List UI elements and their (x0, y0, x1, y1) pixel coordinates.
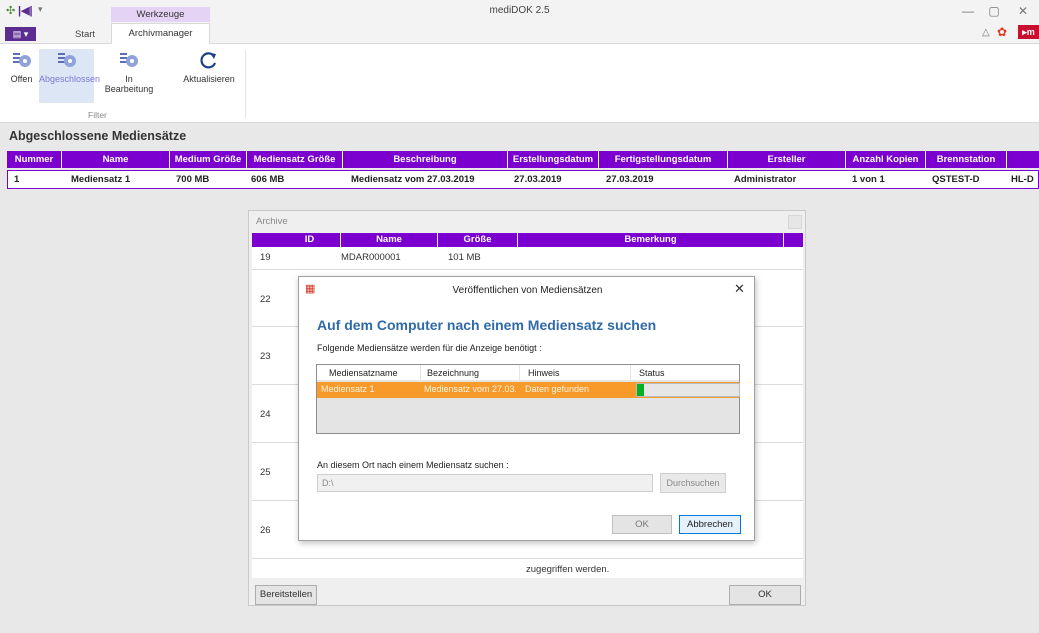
cell-name: Mediensatz 1 (71, 174, 131, 185)
location-input[interactable] (317, 474, 653, 492)
column-header[interactable]: Beschreibung (343, 151, 508, 168)
column-header[interactable]: Brennstation (926, 151, 1007, 168)
column-header[interactable]: Name (62, 151, 170, 168)
column-header[interactable]: Größe (438, 233, 518, 247)
cell-fertigstellungsdatum: 27.03.2019 (606, 174, 654, 185)
app-window: ✣ |◀| ▾ mediDOK 2.5 — ▢ ✕ △ ✿ ▸m Werkzeu… (0, 0, 1039, 633)
list-header: Mediensatzname Bezeichnung Hinweis Statu… (317, 365, 739, 381)
column-header[interactable]: ID (279, 233, 341, 247)
ribbon: Offen Abgeschlossen In Bearbeitung Aktua… (0, 44, 1039, 123)
column-header[interactable]: Mediensatzname (329, 368, 398, 378)
table-row[interactable]: 1 Mediensatz 1 700 MB 606 MB Mediensatz … (7, 170, 1039, 189)
cell-id: 23 (260, 351, 271, 362)
close-window-button[interactable]: ✕ (1011, 2, 1035, 20)
minimize-button[interactable]: — (956, 2, 980, 20)
filter-offen-button[interactable]: Offen (5, 51, 38, 99)
filter-offen-label: Offen (10, 74, 33, 84)
cell-mediensatzname: Mediensatz 1 (321, 384, 375, 394)
cell-id: 24 (260, 409, 271, 420)
dialog-ok-button[interactable]: OK (612, 515, 672, 534)
file-menu-button[interactable]: ▤ ▾ (5, 27, 36, 41)
settings-gear-icon[interactable]: ✿ (997, 25, 1007, 39)
ribbon-group-separator (245, 50, 246, 118)
table-row[interactable]: 19 MDAR000001 101 MB (252, 247, 803, 270)
browse-button[interactable]: Durchsuchen (660, 473, 726, 493)
context-tab-group-label: Werkzeuge (111, 7, 210, 22)
filter-in-bearbeitung-button[interactable]: In Bearbeitung (100, 51, 158, 111)
column-divider (630, 365, 631, 381)
ribbon-group-label: Filter (88, 110, 107, 120)
row-remark: zugegriffen werden. (526, 564, 610, 575)
aktualisieren-button[interactable]: Aktualisieren (178, 51, 240, 99)
cell-size: 101 MB (448, 252, 481, 263)
cell-ersteller: Administrator (734, 174, 797, 185)
location-label: An diesem Ort nach einem Mediensatz such… (317, 460, 509, 470)
status-progress-bar (636, 383, 740, 397)
column-divider (420, 365, 421, 381)
dialog-subtitle: Folgende Mediensätze werden für die Anze… (317, 343, 542, 353)
cell-mediensatz-groesse: 606 MB (251, 174, 285, 185)
dialog-close-icon[interactable]: ✕ (734, 281, 745, 297)
column-header[interactable]: Medium Größe (170, 151, 247, 168)
filter-in-bearbeitung-label-2: Bearbeitung (104, 84, 154, 94)
column-header[interactable]: Status (639, 368, 665, 378)
column-header[interactable]: Hinweis (528, 368, 560, 378)
filter-abgeschlossen-label: Abgeschlossen (39, 74, 101, 84)
help-icon[interactable]: △ (982, 27, 990, 38)
dialog-title: Veröffentlichen von Mediensätzen (452, 285, 603, 296)
media-set-icon (12, 53, 31, 67)
cell-medium-groesse: 700 MB (176, 174, 210, 185)
cell-brennstation: QSTEST-D (932, 174, 980, 185)
archive-ok-button[interactable]: OK (729, 585, 801, 605)
cell-id: 22 (260, 294, 271, 305)
cell-extra: HL-D (1011, 174, 1034, 185)
bereitstellen-button[interactable]: Bereitstellen (255, 585, 317, 605)
column-header[interactable]: Bezeichnung (427, 368, 479, 378)
media-set-icon (120, 53, 138, 67)
dialog-heading: Auf dem Computer nach einem Mediensatz s… (317, 317, 657, 333)
publish-dialog: ▦ Veröffentlichen von Mediensätzen ✕ Auf… (298, 276, 755, 541)
column-header[interactable]: Erstellungsdatum (508, 151, 599, 168)
cell-bezeichnung: Mediensatz vom 27.03. (424, 384, 516, 394)
column-header[interactable] (1007, 151, 1039, 168)
status-progress-fill (637, 384, 644, 396)
required-media-sets-list: Mediensatzname Bezeichnung Hinweis Statu… (316, 364, 740, 434)
archive-table-header: ID Name Größe Bemerkung (252, 233, 803, 247)
filter-abgeschlossen-button[interactable]: Abgeschlossen (39, 49, 100, 103)
column-header[interactable]: Ersteller (728, 151, 846, 168)
restore-button[interactable]: ▢ (982, 2, 1006, 20)
aktualisieren-label: Aktualisieren (183, 74, 235, 84)
cell-id: 19 (260, 252, 271, 263)
column-divider (519, 365, 520, 381)
column-header[interactable]: Fertigstellungsdatum (599, 151, 728, 168)
brand-logo-icon: ▸m (1018, 25, 1039, 39)
cell-id: 26 (260, 525, 271, 536)
column-header[interactable]: Mediensatz Größe (247, 151, 343, 168)
column-header[interactable]: Nummer (7, 151, 62, 168)
column-header[interactable]: Anzahl Kopien (846, 151, 926, 168)
dialog-cancel-button[interactable]: Abbrechen (679, 515, 741, 534)
archive-title: Archive (256, 216, 288, 227)
column-header[interactable]: Name (341, 233, 438, 247)
tab-start[interactable]: Start (75, 29, 95, 40)
cell-name: MDAR000001 (341, 252, 401, 263)
cell-erstellungsdatum: 27.03.2019 (514, 174, 562, 185)
tab-archivmanager[interactable]: Archivmanager (111, 23, 210, 45)
cell-anzahl-kopien: 1 von 1 (852, 174, 885, 185)
cell-nummer: 1 (14, 174, 20, 185)
list-item[interactable]: Mediensatz 1 Mediensatz vom 27.03. Daten… (317, 382, 740, 398)
column-header[interactable]: Bemerkung (518, 233, 784, 247)
refresh-icon (200, 52, 217, 69)
cell-hinweis: Daten gefunden (525, 384, 590, 394)
media-set-icon (57, 53, 76, 67)
cell-id: 25 (260, 467, 271, 478)
page-title: Abgeschlossene Mediensätze (9, 129, 187, 143)
cell-beschreibung: Mediensatz vom 27.03.2019 (351, 174, 475, 185)
archive-close-button[interactable] (788, 215, 802, 229)
filter-in-bearbeitung-label-1: In (125, 74, 133, 84)
table-header: Nummer Name Medium Größe Mediensatz Größ… (7, 151, 1039, 168)
